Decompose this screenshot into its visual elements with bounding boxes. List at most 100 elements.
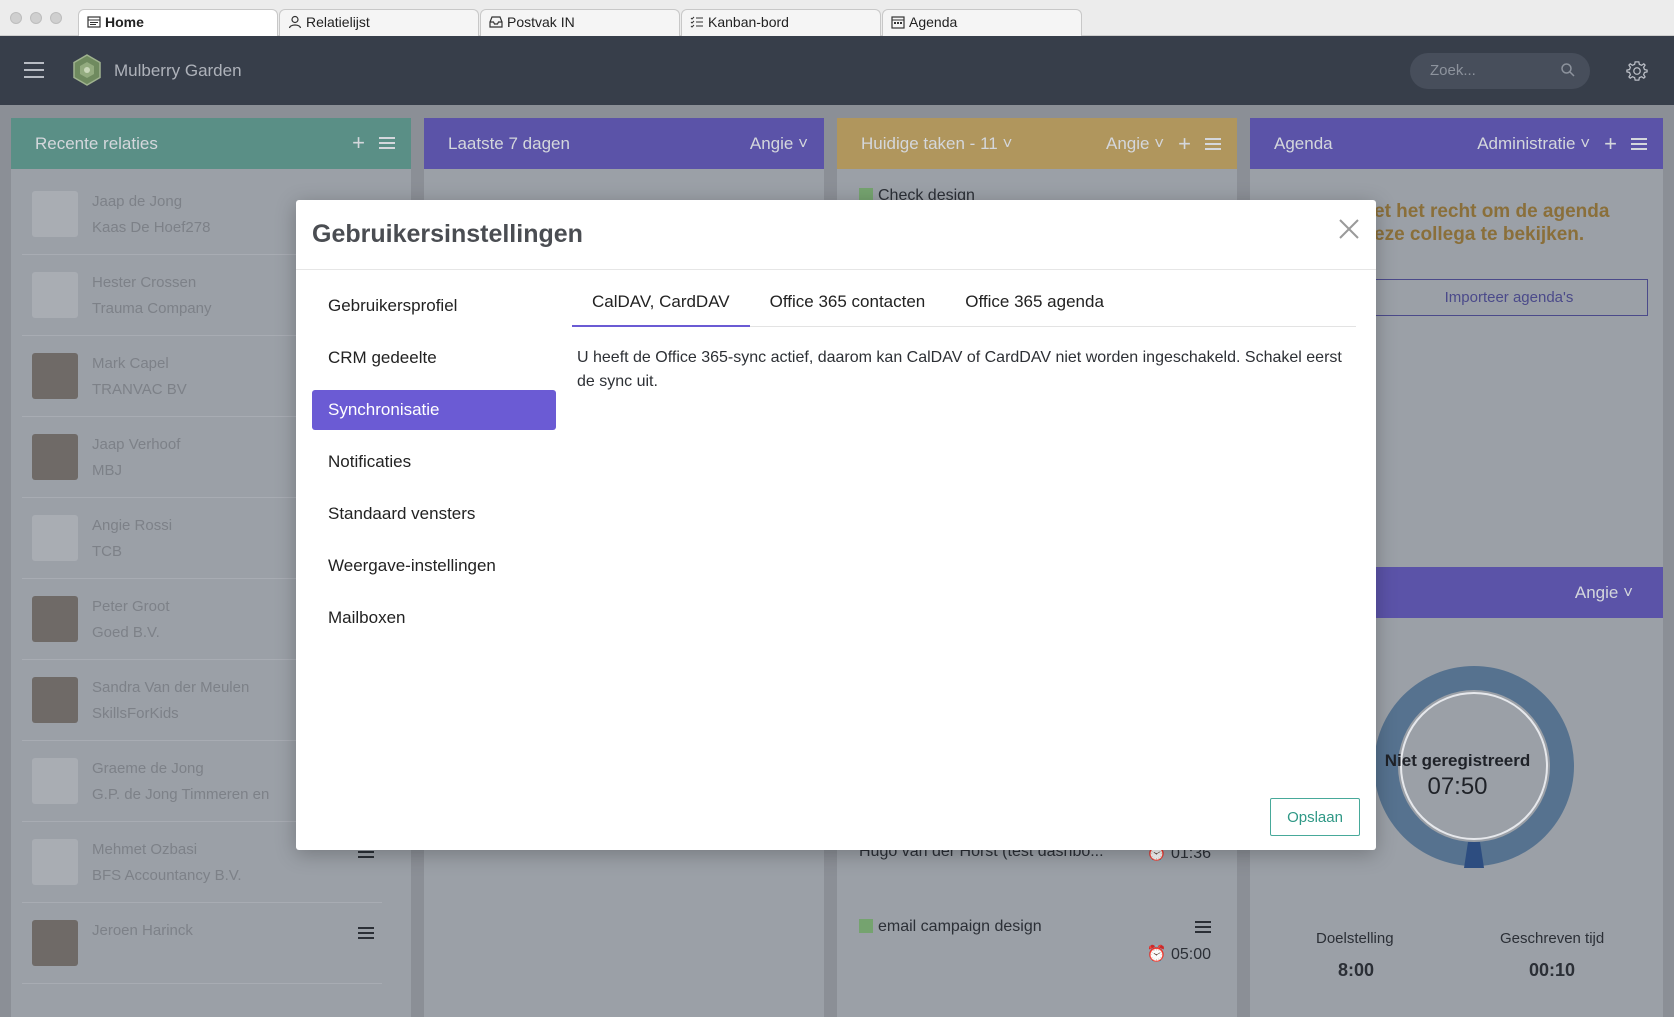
avatar xyxy=(32,353,78,399)
column-header: Recente relaties + xyxy=(11,118,411,169)
task-item[interactable]: email campaign design ⏰ 05:00 xyxy=(859,918,1211,963)
relation-company: Kaas De Hoef278 xyxy=(92,219,211,236)
browser-tab-label: Kanban-bord xyxy=(708,14,789,30)
relation-menu-icon[interactable] xyxy=(358,924,374,942)
tab-office365-agenda[interactable]: Office 365 agenda xyxy=(945,282,1124,327)
relation-company: Trauma Company xyxy=(92,300,212,317)
relation-name: Peter Groot xyxy=(92,598,170,615)
user-settings-modal: Gebruikersinstellingen Gebruikersprofiel… xyxy=(296,200,1376,850)
time-status: Niet geregistreerd xyxy=(1384,751,1531,770)
relation-name: Sandra Van der Meulen xyxy=(92,679,250,696)
relation-company: BFS Accountancy B.V. xyxy=(92,867,242,884)
goal-value: 8:00 xyxy=(1338,960,1375,980)
relation-name: Mark Capel xyxy=(92,355,169,372)
save-button[interactable]: Opslaan xyxy=(1270,798,1360,836)
add-icon[interactable]: + xyxy=(352,132,365,154)
add-icon[interactable]: + xyxy=(1178,133,1191,155)
relation-name: Hester Crossen xyxy=(92,274,197,291)
column-header: Laatste 7 dagen Angie ˅ xyxy=(424,118,824,169)
sidebar-item-mailboxes[interactable]: Mailboxen xyxy=(312,598,556,638)
written-time-label: Geschreven tijd xyxy=(1500,930,1605,947)
person-icon xyxy=(288,15,302,29)
avatar xyxy=(32,272,78,318)
column-header: Huidige taken - 11 ˅ Angie ˅ + xyxy=(837,118,1237,169)
browser-tab-agenda[interactable]: Agenda xyxy=(882,9,1082,36)
relation-company: G.P. de Jong Timmeren en xyxy=(92,786,270,803)
avatar xyxy=(32,434,78,480)
gear-icon[interactable] xyxy=(1626,60,1648,82)
tab-office365-contacts[interactable]: Office 365 contacten xyxy=(750,282,946,327)
relation-name: Jaap Verhoof xyxy=(92,436,181,453)
relation-company: TCB xyxy=(92,543,122,560)
avatar xyxy=(32,839,78,885)
browser-tabstrip: Home Relatielijst Postvak IN Kanban-bord… xyxy=(78,9,1083,36)
search-icon[interactable] xyxy=(1560,62,1576,78)
window-maximize-dot[interactable] xyxy=(50,12,62,24)
relation-name: Mehmet Ozbasi xyxy=(92,841,198,858)
column-title: Recente relaties xyxy=(35,134,158,153)
browser-tab-kanban[interactable]: Kanban-bord xyxy=(681,9,881,36)
home-window-icon xyxy=(87,16,101,28)
import-agenda-button[interactable]: Importeer agenda's xyxy=(1370,279,1648,316)
browser-tab-postvak[interactable]: Postvak IN xyxy=(480,9,680,36)
avatar xyxy=(32,920,78,966)
modal-title: Gebruikersinstellingen xyxy=(312,220,583,248)
checklist-icon xyxy=(690,16,703,28)
column-menu-icon[interactable] xyxy=(379,134,395,152)
menu-icon[interactable] xyxy=(24,62,44,78)
browser-chrome: Home Relatielijst Postvak IN Kanban-bord… xyxy=(0,0,1674,36)
user-filter-dropdown[interactable]: Angie ˅ xyxy=(1106,134,1164,154)
search-input[interactable] xyxy=(1430,62,1550,79)
sidebar-item-sync[interactable]: Synchronisatie xyxy=(312,390,556,430)
browser-tab-label: Postvak IN xyxy=(507,14,575,30)
relation-name: Jaap de Jong xyxy=(92,193,183,210)
settings-sidebar: Gebruikersprofiel CRM gedeelte Synchroni… xyxy=(312,286,556,650)
sidebar-item-notifications[interactable]: Notificaties xyxy=(312,442,556,482)
user-filter-dropdown[interactable]: Angie ˅ xyxy=(750,134,808,154)
sidebar-item-crm[interactable]: CRM gedeelte xyxy=(312,338,556,378)
browser-tab-home[interactable]: Home xyxy=(78,9,278,36)
agenda-warning: et het recht om de agenda eze collega te… xyxy=(1374,201,1610,245)
avatar xyxy=(32,515,78,561)
relation-name: Graeme de Jong xyxy=(92,760,204,777)
agenda-user-dropdown[interactable]: Administratie ˅ xyxy=(1477,134,1590,154)
relation-name: Jeroen Harinck xyxy=(92,922,193,939)
brand-name: Mulberry Garden xyxy=(114,61,242,80)
column-menu-icon[interactable] xyxy=(1205,135,1221,153)
avatar xyxy=(32,596,78,642)
column-title: Agenda xyxy=(1274,134,1333,153)
search-box xyxy=(1410,53,1590,89)
inbox-icon xyxy=(489,16,503,28)
add-icon[interactable]: + xyxy=(1604,133,1617,155)
relation-company: TRANVAC BV xyxy=(92,381,187,398)
browser-tab-label: Home xyxy=(105,14,144,30)
avatar xyxy=(32,758,78,804)
task-status-icon xyxy=(859,919,873,933)
relation-company: SkillsForKids xyxy=(92,705,179,722)
relation-name: Angie Rossi xyxy=(92,517,173,534)
window-minimize-dot[interactable] xyxy=(30,12,42,24)
avatar xyxy=(32,677,78,723)
relation-row[interactable]: Jeroen Harinck xyxy=(22,898,382,984)
window-close-dot[interactable] xyxy=(10,12,22,24)
column-menu-icon[interactable] xyxy=(1631,135,1647,153)
relation-company: Goed B.V. xyxy=(92,624,160,641)
written-time-value: 00:10 xyxy=(1529,960,1576,980)
sync-tabs: CalDAV, CardDAV Office 365 contacten Off… xyxy=(572,282,1356,327)
task-menu-icon[interactable] xyxy=(1195,918,1211,936)
column-title-dropdown[interactable]: Huidige taken - 11 ˅ xyxy=(861,134,1012,154)
time-user-dropdown[interactable]: Angie ˅ xyxy=(1575,583,1633,603)
calendar-icon xyxy=(891,16,905,29)
tab-caldav-carddav[interactable]: CalDAV, CardDAV xyxy=(572,282,750,327)
sidebar-item-display-settings[interactable]: Weergave-instellingen xyxy=(312,546,556,586)
browser-tab-relatielijst[interactable]: Relatielijst xyxy=(279,9,479,36)
logo-icon xyxy=(73,54,101,86)
close-icon[interactable] xyxy=(1338,218,1360,240)
browser-tab-label: Relatielijst xyxy=(306,14,370,30)
sidebar-item-default-windows[interactable]: Standaard vensters xyxy=(312,494,556,534)
sidebar-item-profile[interactable]: Gebruikersprofiel xyxy=(312,286,556,326)
task-time: ⏰ 05:00 xyxy=(1146,946,1211,963)
column-header: Agenda Administratie ˅ + xyxy=(1250,118,1663,169)
time-remaining: 07:50 xyxy=(1427,773,1488,800)
app-header: Mulberry Garden xyxy=(0,36,1674,105)
